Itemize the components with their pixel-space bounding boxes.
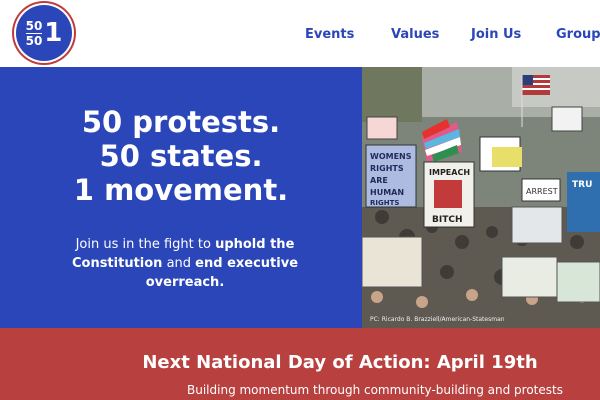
logo-one: 1 xyxy=(44,18,63,48)
svg-text:RIGHTS: RIGHTS xyxy=(370,164,404,173)
logo[interactable]: 50 50 1 xyxy=(16,5,72,61)
svg-text:IMPEACH: IMPEACH xyxy=(429,168,470,177)
svg-text:ARREST: ARREST xyxy=(526,187,558,196)
subtext-part-1: Join us in the fight to xyxy=(75,237,216,252)
hero-subtext: Join us in the fight to uphold the Const… xyxy=(70,235,300,292)
photo-credit: PC: Ricardo B. Brazziell/American-States… xyxy=(370,316,505,323)
svg-text:HUMAN: HUMAN xyxy=(370,188,404,197)
action-banner: Next National Day of Action: April 19th … xyxy=(0,328,600,400)
logo-top-number: 50 xyxy=(25,18,43,33)
protest-photo-image: WOMENS RIGHTS ARE HUMAN RIGHTS IMPEACH B… xyxy=(362,67,600,328)
banner-subtitle: Building momentum through community-buil… xyxy=(187,383,563,397)
site-header: 50 50 1 Events Values Join Us Groups xyxy=(0,0,600,67)
banner-title-text: Next National Day of Action: April 19th xyxy=(142,352,538,373)
hero-photo: WOMENS RIGHTS ARE HUMAN RIGHTS IMPEACH B… xyxy=(362,67,600,328)
logo-bottom-number: 50 xyxy=(25,33,43,48)
headline-line-1: 50 protests. xyxy=(81,105,281,139)
subtext-part-2: and xyxy=(162,256,196,271)
logo-mark: 50 50 1 xyxy=(26,20,63,47)
nav-join-us[interactable]: Join Us xyxy=(471,27,521,42)
hero-text-panel: 50 protests. 50 states. 1 movement. Join… xyxy=(0,67,362,328)
svg-text:RIGHTS: RIGHTS xyxy=(370,199,399,207)
hero-headline: 50 protests. 50 states. 1 movement. xyxy=(0,105,362,207)
svg-text:WOMENS: WOMENS xyxy=(370,152,412,161)
banner-title: Next National Day of Action: April 19th xyxy=(0,352,560,373)
headline-line-3: 1 movement. xyxy=(73,173,289,207)
headline-line-2: 50 states. xyxy=(99,139,263,173)
svg-text:ARE: ARE xyxy=(370,176,388,185)
svg-text:TRU: TRU xyxy=(572,180,592,190)
nav-values[interactable]: Values xyxy=(391,27,439,42)
svg-text:BITCH: BITCH xyxy=(432,215,463,225)
logo-fraction: 50 50 xyxy=(26,20,43,47)
nav-events[interactable]: Events xyxy=(305,27,354,42)
nav-groups[interactable]: Groups xyxy=(556,27,600,42)
